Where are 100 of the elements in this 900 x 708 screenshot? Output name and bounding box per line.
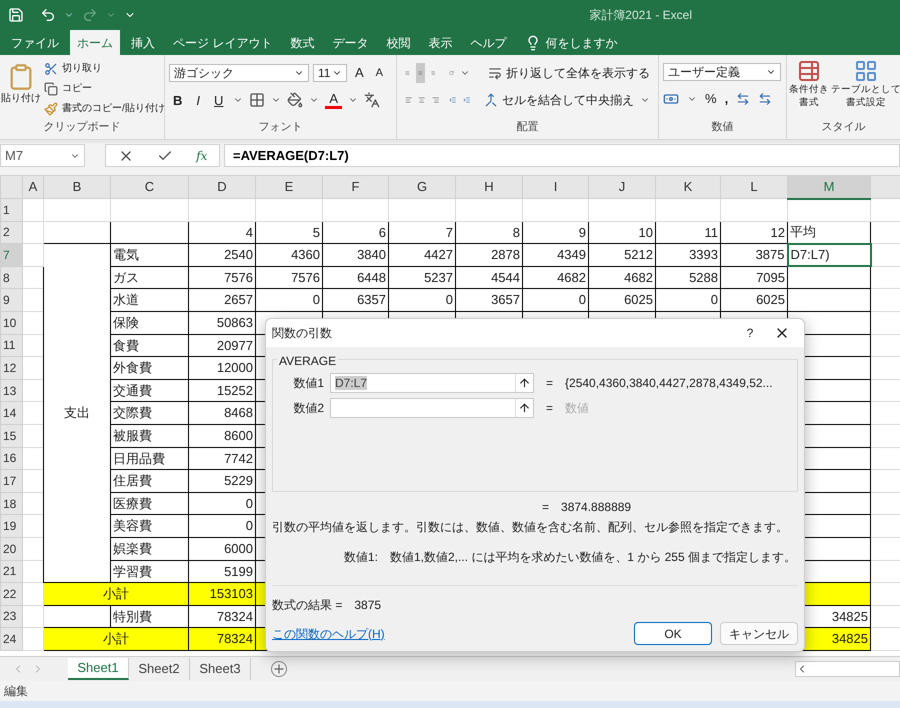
column-header[interactable]: D [188,176,256,198]
ribbon-tab[interactable]: ページ レイアウト [166,30,280,55]
decimal-icon[interactable] [758,92,772,106]
row-header[interactable]: 10 [0,311,22,334]
row-header[interactable]: 24 [0,628,22,650]
group-label: クリップボード [42,120,122,134]
row-header[interactable]: 8 [0,266,22,289]
row-header[interactable]: 9 [0,288,22,312]
insert-function-button[interactable]: fx [196,146,208,164]
row-header[interactable]: 15 [0,424,22,448]
column-header[interactable]: C [110,176,188,198]
column-header[interactable]: A [22,176,44,198]
ribbon-tab[interactable]: 数式 [283,30,322,55]
row-header[interactable]: 20 [0,537,22,560]
fill-color-icon[interactable] [287,92,304,108]
decimal-icon[interactable] [736,92,750,106]
grow-font-button[interactable]: A [351,63,368,82]
add-sheet-icon[interactable] [271,660,287,677]
column-header[interactable]: G [388,176,456,198]
column-header[interactable]: K [656,176,720,198]
ribbon-tab[interactable]: データ [325,30,376,55]
column-header[interactable]: M [788,176,870,198]
ok-button[interactable]: OK [634,622,712,645]
number-format-field[interactable]: ユーザー定義 [663,63,781,81]
table-cell: 2878 [456,244,522,266]
merge-center-button[interactable]: セルを結合して中央揃え [484,91,634,109]
font-style-button[interactable]: B [169,90,186,110]
copy-icon [44,82,58,96]
help-button[interactable]: ? [734,324,766,342]
argument-field[interactable] [330,398,534,418]
row-header[interactable]: 12 [0,356,22,380]
save-icon[interactable] [8,7,24,23]
column-header[interactable]: B [44,176,110,198]
row-header[interactable]: 19 [0,514,22,538]
row-header[interactable]: 16 [0,447,22,470]
row-header[interactable]: 23 [0,605,22,628]
ribbon-tab[interactable]: 表示 [421,30,460,55]
percent-button[interactable]: % [705,89,717,108]
table-cell: 20977 [188,334,256,357]
column-header[interactable]: F [322,176,388,198]
column-header[interactable]: J [588,176,656,198]
ribbon-tab[interactable]: ヘルプ [463,30,514,55]
font-style-button[interactable]: I [192,90,204,110]
conditional-format-button[interactable]: 条件付き 書式 [789,59,829,109]
font-size-field[interactable]: 11 [313,64,347,82]
shrink-font-button[interactable]: A [372,64,388,81]
help-link[interactable]: この関数のヘルプ(H) [272,624,626,642]
ribbon-tab[interactable]: ファイル [4,30,66,55]
tell-me-field[interactable]: 何をしますか [545,30,618,55]
row-header[interactable]: 17 [0,470,22,492]
column-header[interactable]: E [256,176,322,198]
row-header[interactable]: 18 [0,492,22,515]
table-cell: 娯楽費 [110,537,188,560]
paste-button[interactable]: 貼り付け [0,59,42,118]
row-header[interactable]: 2 [0,221,22,244]
table-cell: 4349 [522,244,588,266]
horizontal-scrollbar[interactable] [795,660,900,677]
row-header[interactable]: 22 [0,582,22,606]
column-header[interactable]: I [522,176,588,198]
wrap-text-button[interactable]: 折り返して全体を表示する [488,64,650,82]
ribbon-tab[interactable]: 挿入 [124,30,162,55]
cancel-button[interactable]: キャンセル [720,622,798,645]
font-name-field[interactable]: 游ゴシック [169,64,309,82]
argument-field[interactable]: D7:L7 [330,373,534,393]
ribbon-tab[interactable]: 校閲 [379,30,418,55]
row-header[interactable]: 13 [0,379,22,402]
argument-value: {2540,4360,3840,4427,2878,4349,52... [565,375,773,392]
table-cell: 6448 [322,266,388,289]
table-cell: 0 [522,288,588,312]
format-as-table-button[interactable]: テーブルとして 書式設定 [831,59,900,109]
row-header[interactable]: 7 [0,244,22,266]
table-cell: 4360 [256,244,322,266]
format-painter-button[interactable]: 書式のコピー/貼り付け [44,101,165,116]
table-cell: 4544 [456,266,522,289]
equals-sign: = [546,400,554,417]
sheet-tab[interactable]: Sheet1 [68,658,129,680]
table-cell: 食費 [110,334,188,357]
phonetic-icon[interactable] [364,92,380,108]
copy-button[interactable]: コピー [44,81,165,96]
table-cell: 6025 [588,288,656,312]
table-cell: 12000 [188,356,256,380]
ribbon-tab[interactable]: ホーム [70,30,120,55]
row-header[interactable]: 11 [0,334,22,357]
column-header[interactable]: H [456,176,522,198]
font-color-button[interactable]: A [325,92,342,109]
row-header[interactable]: 1 [0,198,22,222]
row-header[interactable]: 14 [0,402,22,424]
dialog-title: 関数の引数 [272,325,333,342]
sheet-tab[interactable]: Sheet3 [190,658,251,680]
column-header[interactable]: L [720,176,788,198]
comma-button[interactable]: , [724,89,728,108]
sheet-tab[interactable]: Sheet2 [129,658,190,680]
font-style-button[interactable]: U [210,90,228,110]
undo-icon[interactable] [40,7,56,23]
border-icon[interactable] [249,92,266,108]
cut-button[interactable]: 切り取り [44,61,165,76]
scissors-icon [44,62,58,76]
formula-field[interactable]: =AVERAGE(D7:L7) [224,144,900,167]
name-box[interactable]: M7 [0,144,85,167]
row-header[interactable]: 21 [0,560,22,583]
